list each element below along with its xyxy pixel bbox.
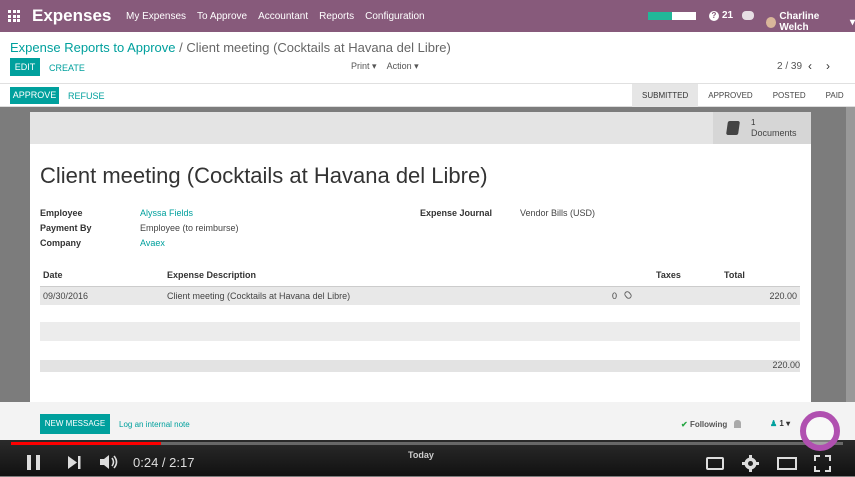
create-button[interactable]: CREATE bbox=[49, 63, 85, 73]
form-statusbar: APPROVE REFUSE SUBMITTED APPROVED POSTED… bbox=[0, 84, 855, 107]
table-total-row: 220.00 bbox=[40, 360, 800, 372]
payment-by-label: Payment By bbox=[40, 223, 92, 233]
breadcrumb-separator: / bbox=[179, 40, 183, 55]
col-total[interactable]: Total bbox=[724, 270, 745, 280]
volume-icon[interactable] bbox=[100, 454, 120, 470]
pause-icon[interactable] bbox=[27, 455, 41, 470]
top-navbar: Expenses My Expenses To Approve Accounta… bbox=[0, 0, 855, 33]
documents-button[interactable]: 1 Documents bbox=[713, 112, 811, 144]
avatar bbox=[766, 16, 777, 28]
grand-total: 220.00 bbox=[772, 360, 800, 370]
company-link[interactable]: Avaex bbox=[140, 238, 165, 248]
user-name: Charline Welch bbox=[779, 11, 820, 33]
main-menu: My Expenses To Approve Accountant Report… bbox=[126, 11, 436, 22]
journal-value: Vendor Bills (USD) bbox=[520, 208, 596, 218]
employee-label: Employee bbox=[40, 208, 83, 218]
action-label: Action bbox=[386, 61, 412, 71]
row-total: 220.00 bbox=[769, 291, 797, 301]
documents-label: Documents bbox=[751, 128, 797, 138]
col-taxes[interactable]: Taxes bbox=[656, 270, 681, 280]
bell-icon[interactable] bbox=[734, 420, 741, 428]
documents-count: 1 bbox=[751, 118, 756, 127]
caret-down-icon: ▾ bbox=[372, 61, 377, 71]
row-attachments-count: 0 bbox=[612, 291, 618, 301]
user-menu[interactable]: Charline Welch ▾ bbox=[766, 11, 855, 33]
chat-icon[interactable] bbox=[742, 11, 754, 20]
col-description[interactable]: Expense Description bbox=[167, 270, 256, 280]
menu-item-accountant[interactable]: Accountant bbox=[258, 11, 308, 22]
following-toggle[interactable]: ✔ Following bbox=[681, 420, 727, 429]
print-dropdown[interactable]: Print ▾ bbox=[351, 61, 377, 72]
smart-button-box: 1 Documents bbox=[30, 112, 811, 144]
apps-grid-icon[interactable] bbox=[8, 10, 20, 22]
activity-count: 21 bbox=[722, 10, 734, 21]
print-label: Print bbox=[351, 61, 370, 71]
company-label: Company bbox=[40, 238, 82, 248]
caret-down-icon: ▾ bbox=[786, 419, 791, 428]
pager-next-icon[interactable]: › bbox=[826, 59, 830, 73]
next-icon[interactable] bbox=[68, 456, 82, 469]
activity-counter[interactable]: ? 21 bbox=[709, 10, 733, 21]
book-icon bbox=[726, 121, 740, 135]
menu-item-reports[interactable]: Reports bbox=[319, 11, 354, 22]
stage-approved[interactable]: APPROVED bbox=[698, 84, 762, 107]
check-icon: ✔ bbox=[681, 420, 688, 429]
video-progress-fill bbox=[11, 442, 161, 445]
followers-count: 1 bbox=[779, 419, 784, 428]
edit-button[interactable]: EDIT bbox=[10, 58, 40, 76]
table-row[interactable]: 09/30/2016 Client meeting (Cocktails at … bbox=[40, 286, 800, 305]
sidebar-dropdowns: Print ▾ Action ▾ bbox=[351, 61, 419, 72]
breadcrumb-parent-link[interactable]: Expense Reports to Approve bbox=[10, 40, 176, 55]
breadcrumb-current: Client meeting (Cocktails at Havana del … bbox=[186, 40, 451, 55]
followers-dropdown[interactable]: ♟ 1 ▾ bbox=[770, 419, 790, 428]
pager-previous-icon[interactable]: ‹ bbox=[808, 59, 812, 73]
refuse-button[interactable]: REFUSE bbox=[68, 91, 105, 101]
empty-table-row bbox=[40, 322, 800, 341]
log-note-link[interactable]: Log an internal note bbox=[119, 420, 190, 429]
payment-by-value: Employee (to reimburse) bbox=[140, 223, 239, 233]
approve-button[interactable]: APPROVE bbox=[10, 87, 59, 104]
today-label: Today bbox=[408, 450, 434, 460]
chatter-bar: NEW MESSAGE Log an internal note ✔ Follo… bbox=[0, 402, 855, 440]
following-label: Following bbox=[689, 420, 728, 429]
app-title: Expenses bbox=[32, 6, 112, 25]
scrollbar[interactable] bbox=[846, 107, 855, 402]
stage-paid[interactable]: PAID bbox=[816, 84, 854, 107]
record-title: Client meeting (Cocktails at Havana del … bbox=[40, 163, 488, 188]
col-date[interactable]: Date bbox=[43, 270, 63, 280]
chevron-down-icon: ▾ bbox=[849, 16, 855, 28]
onboarding-progress-fill bbox=[648, 12, 672, 20]
row-date: 09/30/2016 bbox=[43, 291, 89, 301]
onboarding-progress-bar[interactable] bbox=[648, 12, 696, 20]
row-description: Client meeting (Cocktails at Havana del … bbox=[167, 291, 351, 301]
person-icon: ♟ bbox=[770, 419, 778, 428]
menu-item-my-expenses[interactable]: My Expenses bbox=[126, 11, 186, 22]
expense-table-header: Date Expense Description Taxes Total bbox=[40, 270, 800, 286]
control-panel: Expense Reports to Approve / Client meet… bbox=[0, 32, 855, 84]
action-dropdown[interactable]: Action ▾ bbox=[387, 61, 419, 72]
stage-pipeline: SUBMITTED APPROVED POSTED PAID bbox=[632, 84, 854, 107]
menu-item-configuration[interactable]: Configuration bbox=[365, 11, 424, 22]
caret-down-icon: ▾ bbox=[414, 61, 419, 71]
activity-icon: ? bbox=[709, 10, 719, 21]
video-time: 0:24 / 2:17 bbox=[133, 455, 195, 470]
theater-mode-icon[interactable] bbox=[777, 457, 797, 470]
stage-submitted[interactable]: SUBMITTED bbox=[632, 84, 699, 107]
click-indicator bbox=[800, 411, 840, 451]
form-sheet: 1 Documents Client meeting (Cocktails at… bbox=[30, 112, 811, 402]
new-message-button[interactable]: NEW MESSAGE bbox=[40, 414, 110, 434]
subtitles-icon[interactable] bbox=[706, 457, 724, 470]
journal-label: Expense Journal bbox=[420, 208, 493, 218]
gear-icon[interactable] bbox=[742, 455, 759, 472]
breadcrumb: Expense Reports to Approve / Client meet… bbox=[10, 40, 451, 55]
employee-link[interactable]: Alyssa Fields bbox=[140, 208, 193, 218]
stage-posted[interactable]: POSTED bbox=[763, 84, 816, 107]
fullscreen-icon[interactable] bbox=[814, 455, 831, 472]
menu-item-to-approve[interactable]: To Approve bbox=[197, 11, 247, 22]
pager-value[interactable]: 2 / 39 bbox=[777, 61, 802, 72]
